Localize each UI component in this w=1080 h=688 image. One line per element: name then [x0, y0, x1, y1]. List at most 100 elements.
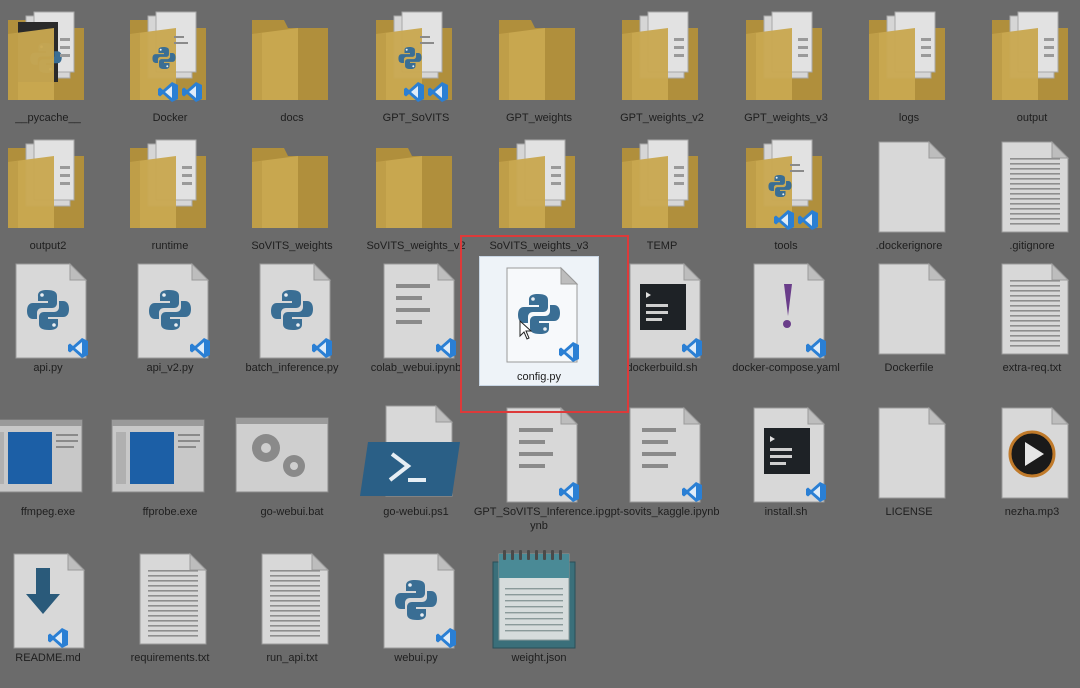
file-item-label: docker-compose.yaml [732, 362, 840, 374]
python-file-icon [232, 258, 352, 362]
file-item-install-sh[interactable]: install.sh [726, 402, 846, 542]
file-item-gpt-weights-v2[interactable]: GPT_weights_v2 [602, 8, 722, 148]
file-item-weight-json[interactable]: weight.json [479, 548, 599, 688]
folder-icon [0, 136, 108, 240]
folder-icon [726, 136, 846, 240]
file-item-colab-webui-ipynb[interactable]: colab_webui.ipynb [356, 258, 476, 398]
file-item-label: requirements.txt [130, 652, 210, 664]
file-item-label: .gitignore [1009, 240, 1055, 252]
file-item-label: nezha.mp3 [1004, 506, 1060, 518]
file-item-label: output [1016, 112, 1048, 124]
media-file-icon [972, 402, 1080, 506]
blank-file-icon [849, 258, 969, 362]
python-file-icon [356, 548, 476, 652]
yaml-file-icon [726, 258, 846, 362]
file-item-label: install.sh [764, 506, 808, 518]
file-item-docker[interactable]: Docker [110, 8, 230, 148]
file-item-dockerfile[interactable]: Dockerfile [849, 258, 969, 398]
file-item-label: extra-req.txt [1002, 362, 1062, 374]
text-file-icon [972, 136, 1080, 240]
file-item-label: output2 [29, 240, 67, 252]
file-item-pycache[interactable]: __pycache__ [0, 8, 108, 148]
file-item-label: __pycache__ [15, 112, 81, 124]
file-item-dockerignore[interactable]: .dockerignore [849, 136, 969, 276]
file-item-label: SoVITS_weights_v2 [366, 240, 466, 252]
file-item-output[interactable]: output [972, 8, 1080, 148]
file-item-gitignore[interactable]: .gitignore [972, 136, 1080, 276]
file-item-label: go-webui.ps1 [383, 506, 449, 518]
file-item-label: config.py [516, 371, 562, 383]
file-item-label: weight.json [511, 652, 567, 664]
file-item-label: ffprobe.exe [142, 506, 198, 518]
file-item-extra-req-txt[interactable]: extra-req.txt [972, 258, 1080, 398]
file-item-gpt-sovits[interactable]: GPT_SoVITS [356, 8, 476, 148]
file-item-label: Docker [152, 112, 188, 124]
file-item-label: LICENSE [885, 506, 933, 518]
file-item-label: GPT_weights_v2 [620, 112, 704, 124]
file-item-requirements-txt[interactable]: requirements.txt [110, 548, 230, 688]
file-item-gpt-weights[interactable]: GPT_weights [479, 8, 599, 148]
file-item-sovits-weights[interactable]: SoVITS_weights [232, 136, 352, 276]
file-item-license[interactable]: LICENSE [849, 402, 969, 542]
file-item-label: runtime [151, 240, 189, 252]
file-item-label: logs [898, 112, 920, 124]
file-item-webui-py[interactable]: webui.py [356, 548, 476, 688]
file-item-ffmpeg-exe[interactable]: ffmpeg.exe [0, 402, 108, 542]
executable-icon [110, 402, 230, 506]
file-item-label: SoVITS_weights_v3 [489, 240, 589, 252]
file-item-label: docs [280, 112, 304, 124]
file-item-dockerbuild-sh[interactable]: dockerbuild.sh [602, 258, 722, 398]
text-file-icon [232, 548, 352, 652]
markdown-file-icon [0, 548, 108, 652]
file-item-label: api.py [33, 362, 63, 374]
file-item-run-api-txt[interactable]: run_api.txt [232, 548, 352, 688]
file-item-ffprobe-exe[interactable]: ffprobe.exe [110, 402, 230, 542]
file-item-runtime[interactable]: runtime [110, 136, 230, 276]
text-file-icon [110, 548, 230, 652]
file-item-sovits-weights-v2[interactable]: SoVITS_weights_v2 [356, 136, 476, 276]
python-file-icon [479, 262, 599, 366]
file-item-tools[interactable]: tools [726, 136, 846, 276]
executable-icon [0, 402, 108, 506]
folder-icon [849, 8, 969, 112]
file-item-label: colab_webui.ipynb [370, 362, 462, 374]
file-item-output2[interactable]: output2 [0, 136, 108, 276]
notebook-file-icon [356, 258, 476, 362]
file-item-label: Dockerfile [884, 362, 934, 374]
file-item-go-webui-ps1[interactable]: go-webui.ps1 [356, 402, 476, 542]
file-item-label: tools [774, 240, 798, 252]
file-item-docs[interactable]: docs [232, 8, 352, 148]
file-item-label: api_v2.py [146, 362, 194, 374]
file-item-batch-inference-py[interactable]: batch_inference.py [232, 258, 352, 398]
file-item-gpt-sovits-inference-ipynb[interactable]: GPT_SoVITS_Inference.ipynb [474, 402, 604, 542]
folder-icon [232, 8, 352, 112]
file-item-gpt-weights-v3[interactable]: GPT_weights_v3 [726, 8, 846, 148]
file-item-label: ffmpeg.exe [20, 506, 76, 518]
file-item-gpt-sovits-kaggle-ipynb[interactable]: gpt-sovits_kaggle.ipynb [602, 402, 722, 542]
text-file-icon [972, 258, 1080, 362]
file-item-temp[interactable]: TEMP [602, 136, 722, 276]
file-item-nezha-mp3[interactable]: nezha.mp3 [972, 402, 1080, 542]
folder-icon [972, 8, 1080, 112]
file-item-config-py[interactable]: config.py [479, 256, 599, 398]
file-item-logs[interactable]: logs [849, 8, 969, 148]
folder-icon [110, 8, 230, 112]
file-item-sovits-weights-v3[interactable]: SoVITS_weights_v3 [479, 136, 599, 276]
file-item-api-py[interactable]: api.py [0, 258, 108, 398]
file-item-go-webui-bat[interactable]: go-webui.bat [232, 402, 352, 542]
file-item-api-v2-py[interactable]: api_v2.py [110, 258, 230, 398]
file-item-label: batch_inference.py [245, 362, 339, 374]
python-file-icon [0, 258, 108, 362]
folder-icon [726, 8, 846, 112]
powershell-icon [356, 402, 476, 506]
notepad-file-icon [479, 548, 599, 652]
folder-icon [232, 136, 352, 240]
file-item-docker-compose-yaml[interactable]: docker-compose.yaml [726, 258, 846, 398]
file-item-label: run_api.txt [266, 652, 318, 664]
file-item-label: .dockerignore [875, 240, 943, 252]
blank-file-icon [849, 136, 969, 240]
file-item-readme-md[interactable]: README.md [0, 548, 108, 688]
batch-file-icon [232, 402, 352, 506]
file-item-label: GPT_weights_v3 [744, 112, 828, 124]
file-item-label: go-webui.bat [260, 506, 324, 518]
